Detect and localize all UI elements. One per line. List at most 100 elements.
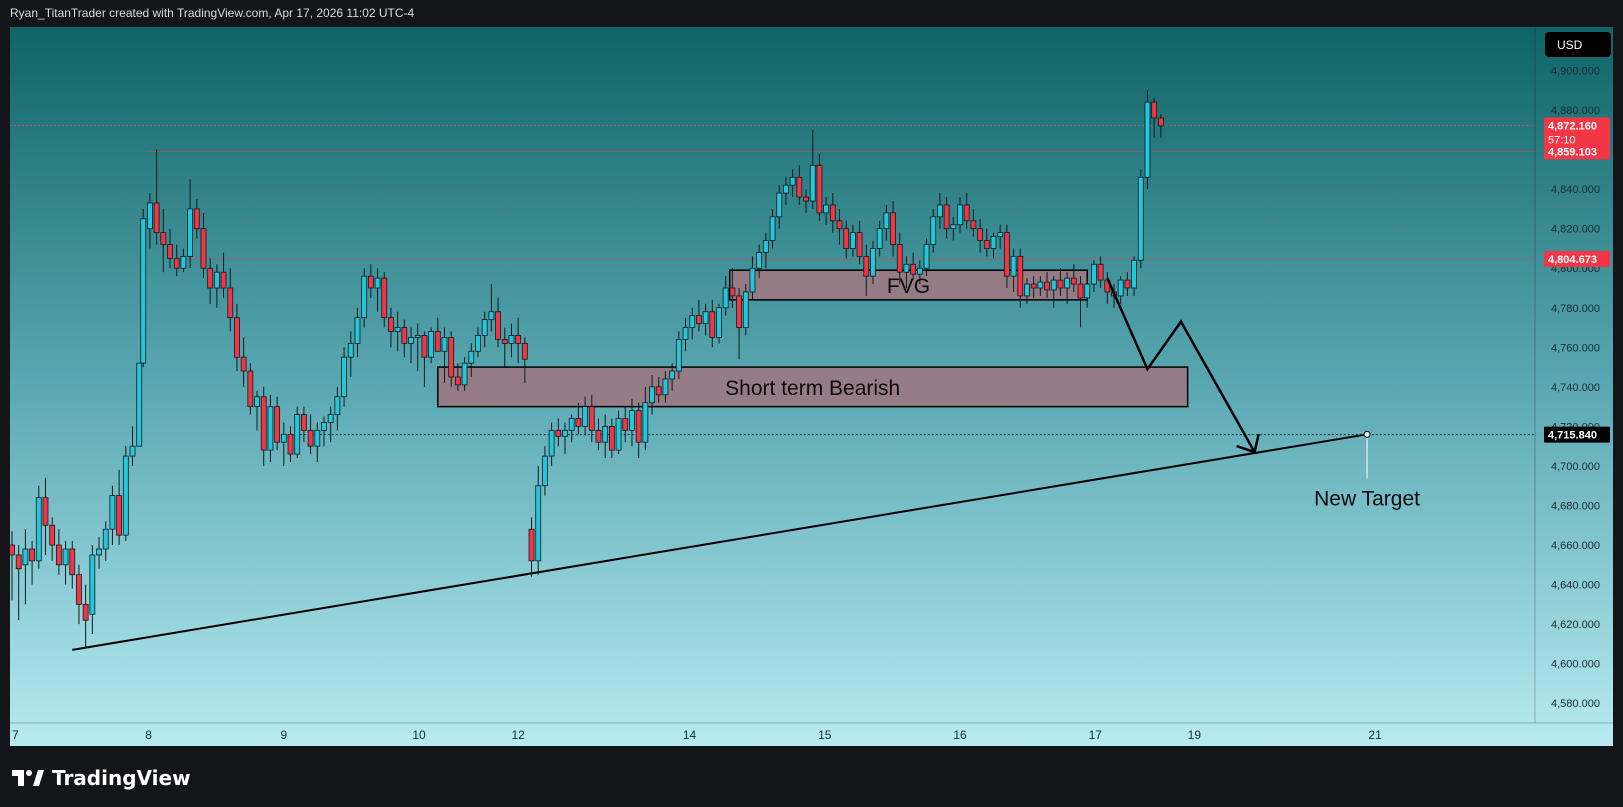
- candle-body: [1077, 283, 1084, 299]
- candle-body: [957, 204, 963, 226]
- candle-body: [836, 220, 843, 230]
- tradingview-logo[interactable]: TradingView: [12, 766, 191, 790]
- candle-body: [287, 433, 294, 455]
- candle-body: [669, 370, 676, 380]
- price-badge[interactable]: 4,872.16057:10: [1544, 117, 1610, 148]
- candle[interactable]: [716, 303, 722, 344]
- candle-body: [334, 396, 341, 415]
- candle-body: [207, 267, 214, 289]
- candle-body: [381, 277, 388, 319]
- candle-body: [274, 406, 281, 443]
- x-tick-label: 21: [1368, 728, 1382, 742]
- candle-body: [35, 497, 42, 562]
- candle-body: [180, 255, 187, 269]
- candle[interactable]: [742, 284, 749, 336]
- candle-body: [102, 528, 109, 550]
- candle-body: [321, 422, 327, 431]
- candle-body: [1017, 255, 1024, 297]
- candle-body: [729, 287, 736, 297]
- candle-body: [461, 362, 468, 386]
- candle-body: [615, 418, 622, 451]
- candle-body: [109, 495, 116, 530]
- candle-body: [42, 497, 49, 526]
- x-tick-label: 14: [683, 728, 697, 742]
- candle-body: [354, 317, 361, 344]
- candle-body: [829, 204, 836, 222]
- candle-body: [930, 216, 937, 245]
- price-badge-value: 4,715.840: [1548, 430, 1597, 442]
- candle-body: [9, 544, 15, 556]
- candle-body: [1117, 279, 1124, 297]
- candle-body: [213, 271, 220, 289]
- candle-body: [582, 406, 588, 427]
- candle-body: [1010, 255, 1017, 277]
- candle-body: [227, 287, 234, 319]
- price-badge-value: 4,872.160: [1548, 121, 1597, 133]
- x-tick-label: 15: [818, 728, 832, 742]
- x-tick-label: 7: [12, 728, 19, 742]
- candle-body: [823, 204, 830, 214]
- candle-body: [1064, 277, 1071, 289]
- candle-body: [488, 311, 495, 321]
- candle-body: [1137, 176, 1144, 261]
- tradingview-logo-icon: [12, 770, 44, 786]
- candle-body: [193, 208, 200, 230]
- candle-body: [394, 327, 401, 332]
- candle[interactable]: [136, 362, 143, 447]
- candle-body: [876, 228, 883, 249]
- candle-body: [588, 406, 595, 431]
- candle-body: [1044, 281, 1050, 291]
- candle-body: [689, 315, 696, 328]
- price-badge[interactable]: 4,715.840: [1544, 426, 1610, 443]
- candle-body: [414, 335, 421, 338]
- price-badge[interactable]: 4,859.103: [1544, 143, 1610, 160]
- candle[interactable]: [122, 446, 129, 542]
- candle[interactable]: [247, 363, 254, 415]
- candle-body: [1097, 263, 1104, 281]
- candle-body: [937, 204, 943, 218]
- x-tick-label: 19: [1188, 728, 1202, 742]
- target-point[interactable]: [1363, 430, 1371, 438]
- candle-body: [629, 410, 635, 431]
- candle[interactable]: [294, 406, 301, 459]
- candle-body: [963, 204, 970, 222]
- candle-body: [796, 176, 803, 198]
- y-tick-label: 4,660.000: [1551, 540, 1600, 552]
- candle-body: [408, 337, 414, 344]
- candle-body: [1050, 279, 1057, 291]
- x-tick-label: 16: [953, 728, 967, 742]
- candle-body: [903, 263, 910, 273]
- candle-body: [122, 455, 129, 536]
- candle-body: [1057, 279, 1064, 289]
- candle-body: [803, 196, 809, 202]
- candle[interactable]: [1144, 90, 1151, 190]
- candle-body: [367, 275, 374, 289]
- candle-body: [448, 337, 455, 378]
- currency-button[interactable]: USD: [1545, 32, 1611, 57]
- candle-body: [896, 244, 903, 273]
- candle-body: [441, 337, 448, 352]
- candle-body: [29, 548, 35, 562]
- candle-body: [997, 232, 1004, 237]
- candle-body: [495, 311, 501, 340]
- candle[interactable]: [35, 485, 42, 569]
- candle-body: [970, 220, 977, 230]
- candle[interactable]: [140, 208, 147, 368]
- price-chart[interactable]: FVG Short term Bearish New Target 4,580.0…: [0, 0, 1623, 807]
- candle-body: [977, 228, 983, 241]
- x-tick-label: 8: [145, 728, 152, 742]
- candle-body: [301, 414, 307, 431]
- candle-body: [1003, 232, 1010, 277]
- candle-body: [843, 228, 850, 249]
- candle-body: [950, 224, 957, 230]
- candle-body: [642, 402, 649, 443]
- candle-body: [1131, 259, 1137, 289]
- price-badge[interactable]: 4,804.673: [1544, 250, 1610, 267]
- candle-body: [55, 544, 62, 566]
- y-tick-label: 4,840.000: [1551, 184, 1600, 196]
- candle-body: [535, 485, 542, 562]
- candle[interactable]: [1137, 169, 1144, 269]
- candle-body: [983, 240, 990, 249]
- candle-body: [96, 548, 102, 556]
- candle-body: [140, 218, 147, 364]
